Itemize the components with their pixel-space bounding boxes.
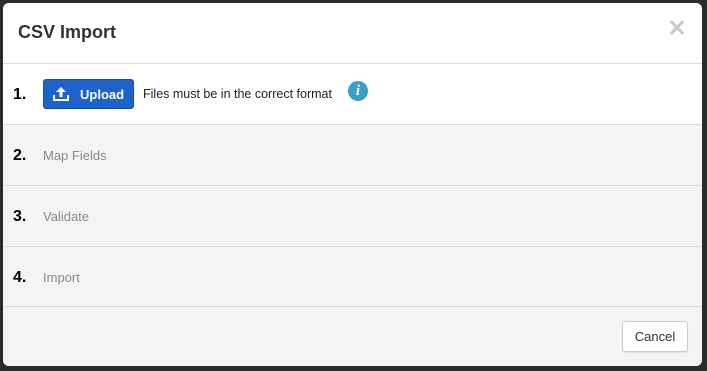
step-label: Map Fields	[43, 148, 107, 163]
upload-hint: Files must be in the correct format	[143, 87, 332, 101]
cancel-button[interactable]: Cancel	[622, 321, 688, 352]
import-steps: 1. Upload Files must be in the correct f…	[3, 63, 702, 307]
upload-button[interactable]: Upload	[43, 79, 134, 109]
step-upload: 1. Upload Files must be in the correct f…	[3, 63, 702, 124]
csv-import-dialog: CSV Import 1. Upload Files must be in th…	[3, 3, 702, 366]
upload-icon	[52, 86, 70, 102]
step-map-fields: 2. Map Fields	[3, 124, 702, 185]
step-number: 3.	[13, 208, 27, 225]
step-import: 4. Import	[3, 246, 702, 307]
step-validate: 3. Validate	[3, 185, 702, 246]
step-number: 4.	[13, 269, 27, 286]
step-label: Import	[43, 270, 80, 285]
dialog-title: CSV Import	[18, 22, 117, 42]
close-icon[interactable]	[666, 17, 688, 39]
info-icon[interactable]: i	[348, 81, 368, 101]
step-number: 2.	[13, 147, 27, 164]
step-label: Validate	[43, 209, 90, 224]
step-number: 1.	[13, 86, 27, 103]
dialog-header: CSV Import	[3, 3, 702, 63]
upload-button-label: Upload	[80, 86, 125, 102]
dialog-footer: Cancel	[3, 306, 702, 366]
